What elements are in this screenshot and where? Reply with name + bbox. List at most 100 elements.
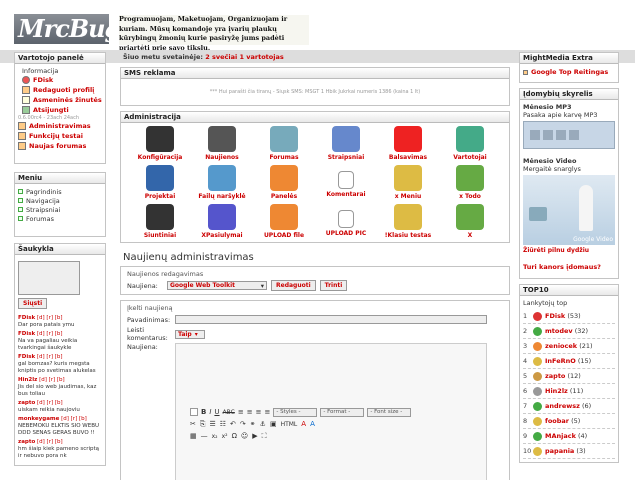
top10-row[interactable]: 4 InFeRnO (15) — [523, 354, 615, 369]
admin-item[interactable]: Projektai — [129, 165, 191, 200]
top10-row[interactable]: 3 zeniocek (21) — [523, 339, 615, 354]
align-right-icon[interactable]: ≡ — [256, 408, 262, 416]
video-fullsize-link[interactable]: Žiūrėti pilnu dydžiu — [523, 247, 615, 254]
italic-icon[interactable]: I — [209, 408, 211, 416]
image-icon[interactable]: ▣ — [270, 420, 277, 428]
edit-profile-link[interactable]: Redaguoti profilį — [22, 85, 102, 95]
underline-icon[interactable]: U — [214, 408, 219, 416]
edit-news-button[interactable]: Redaguoti — [271, 280, 316, 291]
news-admin-title: Naujienų administravimas — [123, 252, 254, 263]
audio-player[interactable] — [523, 121, 615, 149]
google-top-link[interactable]: Google Top Reitingas — [523, 67, 615, 77]
admin-item[interactable]: Forumas — [253, 126, 315, 161]
top10-row[interactable]: 9 MAnjack (4) — [523, 429, 615, 444]
pause-icon[interactable] — [543, 130, 553, 140]
avatar-icon — [533, 431, 542, 441]
tests-link[interactable]: Funkcijų testai — [18, 131, 102, 141]
shout-submit-button[interactable]: Siųsti — [18, 298, 48, 309]
shout-input[interactable] — [18, 261, 80, 295]
admin-item[interactable]: Straipsniai — [315, 126, 377, 161]
cut-icon[interactable]: ✂ — [190, 420, 196, 428]
admin-item[interactable]: Vartotojai — [439, 126, 501, 161]
admin-item[interactable]: Konfigūracija — [129, 126, 191, 161]
menu-item-forum[interactable]: Forumas — [18, 214, 102, 223]
top10-row[interactable]: 10 papania (3) — [523, 444, 615, 459]
admin-item[interactable]: Komentarai — [315, 165, 377, 200]
logout-link[interactable]: Atsijungti — [22, 105, 102, 115]
undo-icon[interactable]: ↶ — [230, 420, 236, 428]
picture-icon — [338, 210, 354, 228]
video-player[interactable]: Google Video — [523, 175, 615, 245]
delete-news-button[interactable]: Trinti — [319, 280, 348, 291]
omega-icon[interactable]: Ω — [232, 432, 237, 440]
users-icon — [456, 126, 484, 152]
video-play-icon[interactable] — [529, 207, 547, 221]
new-doc-icon[interactable] — [190, 408, 198, 416]
strike-icon[interactable]: ABC — [223, 409, 235, 416]
title-input[interactable] — [175, 315, 487, 324]
font-size-select[interactable]: - Font size - — [367, 407, 412, 417]
redo-icon[interactable]: ↷ — [240, 420, 246, 428]
bgcolor-icon[interactable]: A — [310, 420, 315, 428]
justify-icon[interactable]: ≡ — [264, 408, 270, 416]
table-icon[interactable]: ▦ — [190, 432, 197, 440]
mightmedia-box: MightMedia Extra Google Top Reitingas — [519, 52, 619, 83]
admin-item[interactable]: UPLOAD file — [253, 204, 315, 239]
admin-link[interactable]: Administravimas — [18, 121, 102, 131]
volume-icon[interactable] — [569, 130, 579, 140]
user-link[interactable]: FDisk — [22, 75, 102, 85]
news-select[interactable]: Google Web Toolkit ▾ — [167, 281, 267, 290]
subscript-icon[interactable]: x₂ — [212, 433, 218, 440]
copy-icon[interactable]: ⎘ — [200, 420, 206, 429]
menu-item-navigation[interactable]: Navigacija — [18, 196, 102, 205]
admin-item[interactable]: x Todo — [439, 165, 501, 200]
admin-item[interactable]: Panelės — [253, 165, 315, 200]
align-center-icon[interactable]: ≡ — [247, 408, 253, 416]
bold-icon[interactable]: B — [201, 408, 206, 416]
site-logo[interactable]: MrcBug — [14, 14, 121, 44]
admin-item[interactable]: Naujienos — [191, 126, 253, 161]
stop-icon[interactable] — [556, 130, 566, 140]
color-icon[interactable]: A — [301, 420, 306, 428]
admin-item[interactable]: UPLOAD PIC — [315, 204, 377, 239]
link-icon[interactable]: ⚭ — [250, 420, 256, 428]
styles-select[interactable]: - Styles - — [273, 407, 318, 417]
admin-item[interactable]: X — [439, 204, 501, 239]
bullet-list-icon[interactable]: ☰ — [209, 420, 215, 428]
smiley-icon[interactable]: ☺ — [241, 432, 248, 440]
comments-select[interactable]: Taip ▾ — [175, 329, 205, 339]
menu-item-home[interactable]: Pagrindinis — [18, 187, 102, 196]
messages-link[interactable]: Asmeninės žinutės — [22, 95, 102, 105]
admin-item[interactable]: Balsavimas — [377, 126, 439, 161]
submit-interesting-link[interactable]: Turi kanors įdomaus? — [523, 263, 615, 271]
admin-item-label: x Meniu — [394, 193, 422, 200]
rich-text-editor[interactable]: B I U ABC ≡ ≡ ≡ ≡ - Styles - - Format - … — [175, 343, 487, 480]
admin-item[interactable]: Failų naršyklė — [191, 165, 253, 200]
superscript-icon[interactable]: x² — [222, 433, 228, 440]
menu-panel: Meniu Pagrindinis Navigacija Straipsniai… — [14, 172, 106, 237]
admin-item[interactable]: x Meniu — [377, 165, 439, 200]
admin-item-label: Failų naršyklė — [198, 193, 246, 200]
media-icon[interactable]: ▶ — [252, 432, 257, 440]
new-forum-link[interactable]: Naujas forumas — [18, 141, 102, 151]
anchor-icon[interactable]: ⚓ — [260, 420, 266, 428]
menu-item-articles[interactable]: Straipsniai — [18, 205, 102, 214]
top10-row[interactable]: 1 FDisk (53) — [523, 309, 615, 324]
format-select[interactable]: - Format - — [320, 407, 365, 417]
code-icon[interactable]: HTML — [281, 421, 298, 428]
admin-item[interactable]: !Klasiu testas — [377, 204, 439, 239]
visit-count: (32) — [574, 327, 589, 335]
top10-row[interactable]: 5 zapto (12) — [523, 369, 615, 384]
admin-item[interactable]: XPasiulymai — [191, 204, 253, 239]
top10-row[interactable]: 6 Hin2lz (11) — [523, 384, 615, 399]
align-left-icon[interactable]: ≡ — [238, 408, 244, 416]
top10-row[interactable]: 8 foobar (5) — [523, 414, 615, 429]
fullscreen-icon[interactable]: ⛶ — [262, 432, 267, 441]
hr-icon[interactable]: — — [201, 432, 208, 440]
play-icon[interactable] — [530, 130, 540, 140]
top10-row[interactable]: 2 mtodev (32) — [523, 324, 615, 339]
numbered-list-icon[interactable]: ☷ — [220, 420, 226, 428]
top10-row[interactable]: 7 andrewsz (6) — [523, 399, 615, 414]
admin-item[interactable]: Siuntiniai — [129, 204, 191, 239]
user-name: zeniocek — [545, 342, 578, 350]
